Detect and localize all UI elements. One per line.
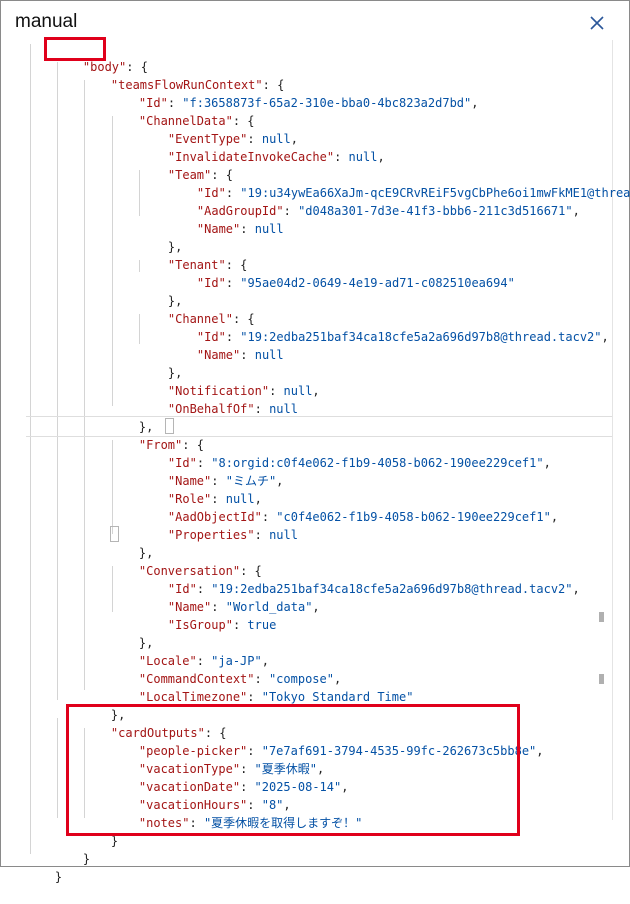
json-line: "Team": { [167, 168, 233, 182]
json-value: "c0f4e062-f1b9-4058-b062-190ee229cef1" [276, 510, 551, 524]
json-line: }, [167, 240, 183, 254]
json-key: "OnBehalfOf" [167, 402, 255, 416]
json-line: "AadObjectId": "c0f4e062-f1b9-4058-b062-… [167, 510, 559, 524]
json-line: }, [138, 636, 154, 650]
json-line: "CommandContext": "compose", [138, 672, 342, 686]
json-line: "IsGroup": true [167, 618, 277, 632]
json-line: }, [138, 546, 154, 560]
json-line: "OnBehalfOf": null [167, 402, 298, 416]
json-line: "Id": "f:3658873f-65a2-310e-bba0-4bc823a… [138, 96, 479, 110]
vertical-scrollbar[interactable] [612, 40, 613, 820]
json-value: "95ae04d2-0649-4e19-ad71-c082510ea694" [240, 276, 515, 290]
json-line: "Properties": null [167, 528, 298, 542]
json-line: "InvalidateInvokeCache": null, [167, 150, 385, 164]
json-line: "Notification": null, [167, 384, 320, 398]
json-value: "d048a301-7d3e-41f3-bbb6-211c3d516671" [298, 204, 573, 218]
indent-guide [57, 718, 58, 818]
json-key: "Name" [196, 222, 241, 236]
json-value: "19:2edba251baf34ca18cfe5a2a696d97b8@thr… [240, 330, 602, 344]
indent-guide [112, 116, 113, 406]
json-line: } [54, 870, 63, 884]
json-key: "LocalTimezone" [138, 690, 248, 704]
json-line: "Name": "World_data", [167, 600, 320, 614]
json-line: "Conversation": { [138, 564, 262, 578]
json-value: "Tokyo Standard Time" [261, 690, 414, 704]
json-line: "ChannelData": { [138, 114, 255, 128]
highlight-box-card-outputs [66, 704, 520, 836]
json-line: "EventType": null, [167, 132, 298, 146]
json-line: "Locale": "ja-JP", [138, 654, 269, 668]
scrollbar-marker [599, 612, 604, 622]
indent-guide [30, 44, 31, 854]
json-line: "Channel": { [167, 312, 255, 326]
json-value: null [348, 150, 378, 164]
json-line: "Id": "95ae04d2-0649-4e19-ad71-c082510ea… [196, 276, 515, 290]
json-value: null [254, 222, 284, 236]
json-line: "Name": "ミムチ", [167, 474, 284, 488]
json-line: }, [138, 420, 154, 434]
json-key: "Name" [196, 348, 241, 362]
json-value: null [269, 402, 298, 416]
json-line: "AadGroupId": "d048a301-7d3e-41f3-bbb6-2… [196, 204, 580, 218]
json-key: "Id" [196, 276, 226, 290]
json-viewer: { "body": { "teamsFlowRunContext": { "Id… [0, 0, 630, 884]
json-line: "Name": null [196, 348, 284, 362]
json-line: "Id": "19:u34ywEa66XaJm-qcE9CRvREiF5vgCb… [168, 166, 630, 200]
json-key: "Properties" [167, 528, 255, 542]
json-line: "Role": null, [167, 492, 262, 506]
json-key: "IsGroup" [167, 618, 233, 632]
json-line: "Tenant": { [167, 258, 248, 272]
json-value: null [254, 348, 284, 362]
json-line: }, [167, 366, 183, 380]
json-line: "LocalTimezone": "Tokyo Standard Time" [138, 690, 414, 704]
json-value: true [247, 618, 277, 632]
scrollbar-marker [599, 674, 604, 684]
json-line: "teamsFlowRunContext": { [110, 78, 285, 92]
json-line: "Id": "19:2edba251baf34ca18cfe5a2a696d97… [167, 582, 580, 596]
json-line: "From": { [138, 438, 204, 452]
json-line: }, [167, 294, 183, 308]
highlight-box-body [44, 37, 106, 61]
indent-guide [57, 62, 58, 700]
json-line: "Name": null [196, 222, 284, 236]
indent-guide [84, 80, 85, 690]
json-line: "Id": "19:2edba251baf34ca18cfe5a2a696d97… [196, 330, 609, 344]
json-value: null [269, 528, 298, 542]
json-line: "Id": "8:orgid:c0f4e062-f1b9-4058-b062-1… [167, 456, 551, 470]
